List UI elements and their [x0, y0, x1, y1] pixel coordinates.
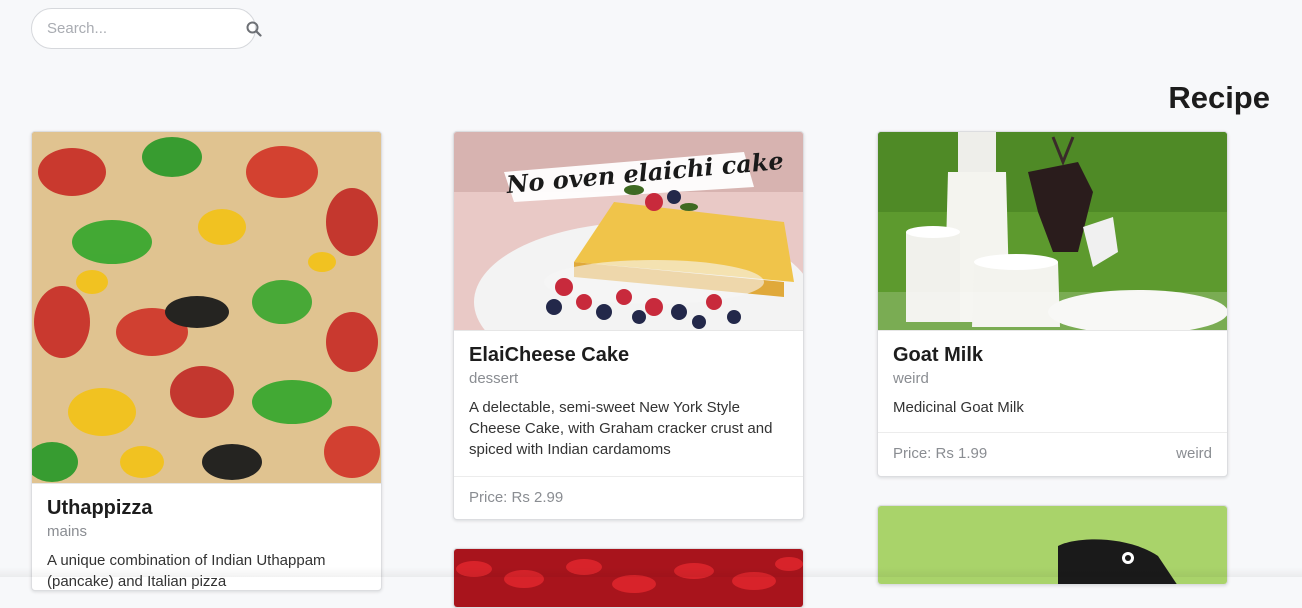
card-body: ElaiCheese Cake dessert A delectable, se… — [454, 330, 803, 476]
recipe-image[interactable]: No oven elaichi cake — [454, 132, 803, 330]
card-footer: Price: Rs 2.99 — [454, 476, 803, 518]
card-footer: Price: Rs 1.99 weird — [878, 432, 1227, 474]
recipe-description: A delectable, semi-sweet New York Style … — [469, 397, 788, 460]
page-title: Recipe — [1168, 80, 1270, 116]
recipe-name: Goat Milk — [893, 343, 1212, 367]
recipe-name: Uthappizza — [47, 496, 366, 520]
card-body: Goat Milk weird Medicinal Goat Milk — [878, 330, 1227, 432]
recipe-card[interactable]: Goat Milk weird Medicinal Goat Milk Pric… — [877, 131, 1228, 477]
recipe-category: weird — [893, 369, 1212, 389]
search-input[interactable] — [47, 20, 246, 37]
recipe-price: Price: Rs 2.99 — [469, 489, 563, 506]
search-icon[interactable] — [246, 20, 262, 38]
recipe-price: Price: Rs 1.99 — [893, 445, 987, 462]
recipe-image[interactable] — [878, 132, 1227, 330]
recipe-card[interactable]: No oven elaichi cake ElaiCheese Cake des… — [453, 131, 804, 520]
recipe-card[interactable] — [453, 548, 804, 608]
bottom-fade — [0, 567, 1302, 577]
recipe-card[interactable]: Uthappizza mains A unique combination of… — [31, 131, 382, 591]
recipe-category: mains — [47, 522, 366, 542]
search-bar[interactable] — [31, 8, 256, 49]
recipe-category: dessert — [469, 369, 788, 389]
recipe-tag: weird — [1176, 445, 1212, 462]
recipe-image[interactable] — [454, 549, 803, 608]
recipe-image[interactable] — [32, 132, 381, 483]
recipe-name: ElaiCheese Cake — [469, 343, 788, 367]
recipe-description: Medicinal Goat Milk — [893, 397, 1212, 418]
